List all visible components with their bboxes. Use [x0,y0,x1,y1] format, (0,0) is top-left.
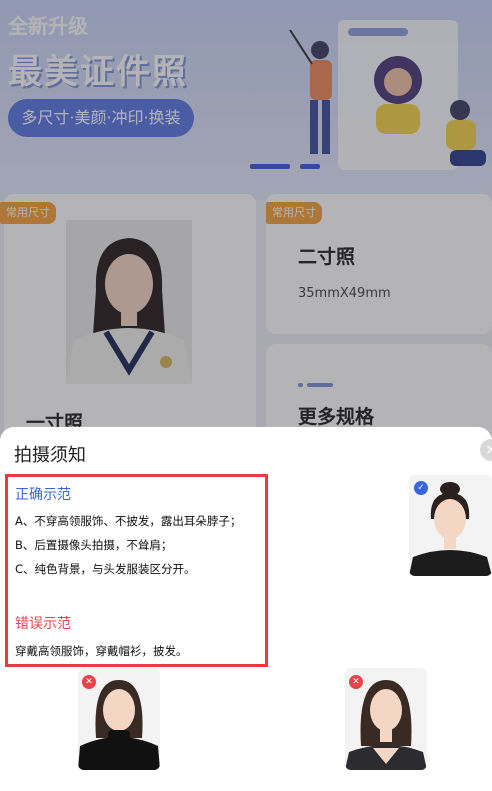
close-icon[interactable]: × [480,439,492,461]
sheet-title: 拍摄须知 [14,445,86,466]
correct-tip-a: A、不穿高领服饰、不披发，露出耳朵脖子； [15,514,242,528]
correct-tip-b: B、后置摄像头拍摄，不耸肩； [15,538,173,552]
correct-example-title: 正确示范 [15,487,71,503]
wrong-tip: 穿戴高领服饰，穿戴帽衫，披发。 [15,644,188,658]
check-icon: ✓ [414,481,428,495]
cross-icon: ✕ [349,675,363,689]
tips-highlight-box: 正确示范 A、不穿高领服饰、不披发，露出耳朵脖子； B、后置摄像头拍摄，不耸肩；… [5,474,268,667]
cross-icon: ✕ [82,675,96,689]
shooting-guide-sheet: 拍摄须知 × 正确示范 A、不穿高领服饰、不披发，露出耳朵脖子； B、后置摄像头… [0,427,492,791]
correct-tip-c: C、纯色背景，与头发服装区分开。 [15,562,196,576]
wrong-example-title: 错误示范 [15,616,71,632]
